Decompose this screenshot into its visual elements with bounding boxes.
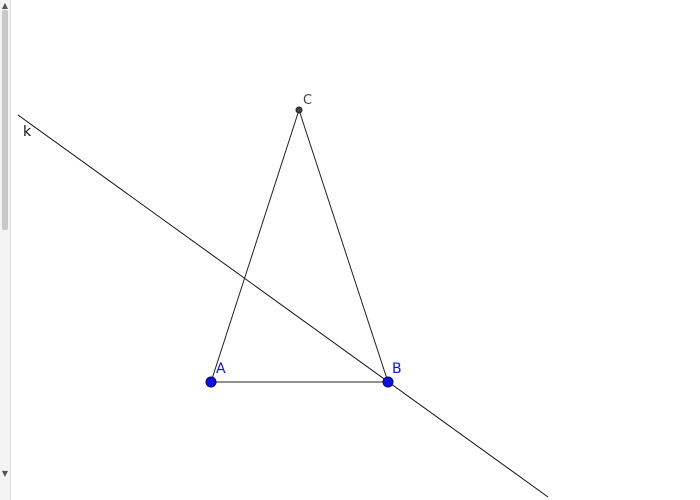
vertical-scrollbar[interactable]: ▲ ▼ (0, 0, 11, 500)
graphics-view[interactable]: k C A B (11, 0, 700, 500)
line-k[interactable] (17, 114, 549, 498)
triangle-abc[interactable] (210, 108, 389, 383)
point-a[interactable] (205, 376, 217, 388)
scrollbar-thumb[interactable] (2, 10, 8, 230)
line-k-label: k (23, 124, 32, 140)
point-c[interactable] (295, 106, 303, 114)
geometry-app-window: ▲ ▼ k C A B (0, 0, 700, 500)
graphics-canvas[interactable]: k C A B (11, 0, 700, 500)
scroll-down-arrow-icon[interactable]: ▼ (0, 468, 10, 480)
point-b[interactable] (382, 376, 394, 388)
point-a-label: A (216, 361, 226, 377)
point-c-label: C (303, 93, 312, 108)
point-b-label: B (392, 361, 402, 377)
